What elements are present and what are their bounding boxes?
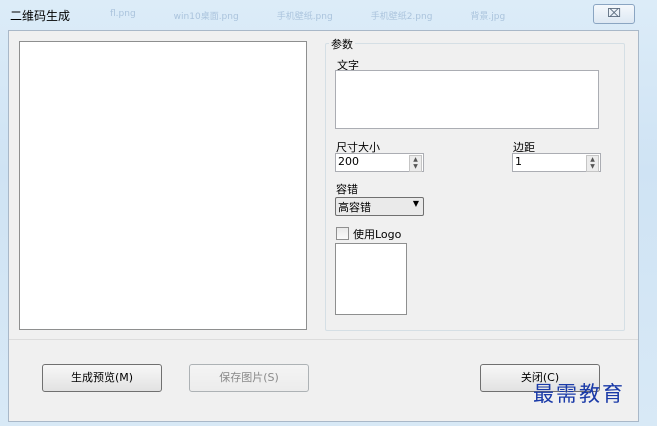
background-taskbar-ghost: fl.png win10桌面.png 手机壁纸.png 手机壁纸2.png 背景… (110, 9, 580, 23)
use-logo-checkbox[interactable] (336, 227, 349, 240)
button-bar-divider (9, 339, 638, 340)
spinner-arrows-icon[interactable]: ▲ ▼ (586, 155, 599, 172)
size-value: 200 (338, 155, 359, 168)
chevron-down-icon: ▼ (412, 199, 419, 208)
size-spinner[interactable]: 200 ▲ ▼ (335, 153, 424, 172)
title-bar: 二维码生成 fl.png win10桌面.png 手机壁纸.png 手机壁纸2.… (0, 0, 657, 30)
tolerance-label: 容错 (336, 183, 358, 196)
tolerance-select[interactable]: 高容错 ▼ (335, 197, 424, 216)
ghost-tab: win10桌面.png (173, 12, 239, 22)
qr-preview-area (19, 41, 307, 330)
dialog-client-area: 参数 文字 尺寸大小 200 ▲ ▼ 边距 1 ▲ ▼ 容错 高容错 ▼ 使用Log… (8, 30, 639, 422)
ghost-tab: fl.png (110, 9, 136, 19)
use-logo-label: 使用Logo (353, 228, 402, 241)
margin-spinner[interactable]: 1 ▲ ▼ (512, 153, 601, 172)
tolerance-value: 高容错 (338, 201, 371, 214)
spinner-arrows-icon[interactable]: ▲ ▼ (409, 155, 422, 172)
dialog-window: 二维码生成 fl.png win10桌面.png 手机壁纸.png 手机壁纸2.… (0, 0, 657, 426)
ghost-tab: 手机壁纸2.png (370, 12, 433, 22)
ghost-tab: 手机壁纸.png (276, 12, 333, 22)
close-window-button[interactable]: ⌧ (593, 4, 635, 24)
logo-preview-box (335, 243, 407, 315)
params-legend: 参数 (329, 36, 355, 52)
close-icon: ⌧ (607, 6, 621, 20)
watermark-text: 最需教育 (533, 382, 625, 406)
save-image-button[interactable]: 保存图片(S) (189, 364, 309, 392)
ghost-tab: 背景.jpg (470, 12, 506, 22)
text-input[interactable] (335, 70, 599, 129)
window-title: 二维码生成 (10, 9, 71, 23)
generate-preview-button[interactable]: 生成预览(M) (42, 364, 162, 392)
margin-value: 1 (515, 155, 522, 168)
